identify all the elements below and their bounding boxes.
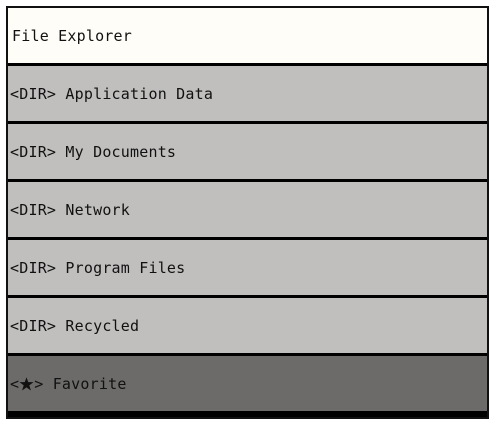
favorite-prefix-close: > <box>34 374 44 393</box>
list-item-my-documents[interactable]: <DIR> My Documents <box>8 124 487 179</box>
dir-prefix: <DIR> <box>10 258 57 277</box>
item-label: Program Files <box>65 258 186 277</box>
dir-prefix: <DIR> <box>10 84 57 103</box>
list-item-network[interactable]: <DIR> Network <box>8 182 487 237</box>
list-item-favorite[interactable]: < > Favorite <box>8 356 487 411</box>
title-bar: File Explorer <box>8 8 487 63</box>
list-item-application-data[interactable]: <DIR> Application Data <box>8 66 487 121</box>
file-explorer-window: File Explorer <DIR> Application Data <DI… <box>6 6 489 419</box>
item-label: Application Data <box>65 84 214 103</box>
dir-prefix: <DIR> <box>10 142 57 161</box>
dir-prefix: <DIR> <box>10 316 57 335</box>
item-label: Network <box>65 200 131 219</box>
list-item-program-files[interactable]: <DIR> Program Files <box>8 240 487 295</box>
item-label: Recycled <box>65 316 140 335</box>
dir-prefix: <DIR> <box>10 200 57 219</box>
item-label: My Documents <box>65 142 177 161</box>
window-title: File Explorer <box>12 26 132 45</box>
favorite-prefix-open: < <box>10 374 20 393</box>
star-icon <box>19 376 34 391</box>
item-label: Favorite <box>52 374 127 393</box>
list-item-recycled[interactable]: <DIR> Recycled <box>8 298 487 353</box>
